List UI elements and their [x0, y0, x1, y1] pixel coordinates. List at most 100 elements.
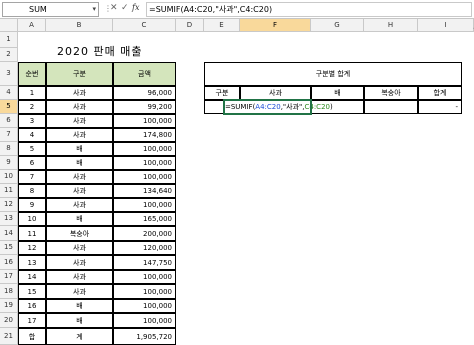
cell-amount[interactable]: 96,000: [113, 86, 176, 100]
cell-num[interactable]: 4: [18, 128, 46, 142]
formula-input[interactable]: =SUMIF(A4:C20,"사과",C4:C20): [146, 2, 472, 17]
cell-category[interactable]: 사과: [46, 170, 113, 184]
cell-category[interactable]: 배: [46, 156, 113, 170]
total-label-1[interactable]: 합: [18, 328, 46, 345]
cell-amount[interactable]: 100,000: [113, 313, 176, 328]
cell-category[interactable]: 사과: [46, 241, 113, 255]
column-header-d[interactable]: D: [176, 19, 204, 32]
cell-amount[interactable]: 100,000: [113, 114, 176, 128]
cell-category[interactable]: 사과: [46, 270, 113, 284]
summary-total-cell[interactable]: -: [418, 100, 462, 114]
cell-amount[interactable]: 100,000: [113, 156, 176, 170]
cell-category[interactable]: 사과: [46, 184, 113, 198]
column-header-c[interactable]: C: [113, 19, 176, 32]
cell-category[interactable]: 사과: [46, 284, 113, 299]
cell-category[interactable]: 사과: [46, 255, 113, 270]
column-header-f[interactable]: F: [240, 19, 311, 32]
cell-amount[interactable]: 100,000: [113, 170, 176, 184]
row-header-6[interactable]: 6: [0, 114, 18, 128]
row-header-19[interactable]: 19: [0, 299, 18, 313]
cell-amount[interactable]: 165,000: [113, 212, 176, 226]
row-header-13[interactable]: 13: [0, 212, 18, 226]
cell-num[interactable]: 13: [18, 255, 46, 270]
summary-peach-cell[interactable]: [364, 100, 418, 114]
summary-header[interactable]: 구분: [204, 86, 240, 100]
summary-header[interactable]: 사과: [240, 86, 311, 100]
row-header-20[interactable]: 20: [0, 313, 18, 328]
row-header-1[interactable]: 1: [0, 32, 18, 48]
row-header-12[interactable]: 12: [0, 198, 18, 212]
summary-header[interactable]: 복숭아: [364, 86, 418, 100]
row-header-4[interactable]: 4: [0, 86, 18, 100]
row-header-2[interactable]: 2: [0, 48, 18, 62]
cell-amount[interactable]: 100,000: [113, 142, 176, 156]
cell-num[interactable]: 9: [18, 198, 46, 212]
cell-amount[interactable]: 100,000: [113, 198, 176, 212]
cell-category[interactable]: 사과: [46, 128, 113, 142]
chevron-down-icon[interactable]: ▾: [92, 3, 96, 16]
cancel-icon[interactable]: ✕: [110, 3, 118, 13]
sheet-title[interactable]: 2020 판매 매출: [54, 42, 141, 62]
row-header-11[interactable]: 11: [0, 184, 18, 198]
column-header-h[interactable]: H: [364, 19, 418, 32]
column-header-i[interactable]: I: [418, 19, 474, 32]
row-header-21[interactable]: 21: [0, 328, 18, 345]
row-header-15[interactable]: 15: [0, 241, 18, 255]
header-category[interactable]: 구분: [46, 62, 113, 86]
cell-category[interactable]: 배: [46, 313, 113, 328]
active-edit-cell[interactable]: =SUMIF(A4:C20,"사과",C4:C20): [223, 99, 333, 115]
summary-header[interactable]: 배: [311, 86, 364, 100]
column-header-g[interactable]: G: [311, 19, 364, 32]
header-amount[interactable]: 금액: [113, 62, 176, 86]
cell-num[interactable]: 5: [18, 142, 46, 156]
column-header-a[interactable]: A: [18, 19, 46, 32]
row-header-10[interactable]: 10: [0, 170, 18, 184]
cell-num[interactable]: 7: [18, 170, 46, 184]
row-header-8[interactable]: 8: [0, 142, 18, 156]
cell-num[interactable]: 2: [18, 100, 46, 114]
cell-category[interactable]: 배: [46, 299, 113, 313]
header-num[interactable]: 순번: [18, 62, 46, 86]
cell-num[interactable]: 8: [18, 184, 46, 198]
cell-num[interactable]: 1: [18, 86, 46, 100]
cell-num[interactable]: 11: [18, 226, 46, 241]
total-label-2[interactable]: 계: [46, 328, 113, 345]
cell-num[interactable]: 12: [18, 241, 46, 255]
cell-num[interactable]: 16: [18, 299, 46, 313]
row-header-3[interactable]: 3: [0, 62, 18, 86]
cell-num[interactable]: 10: [18, 212, 46, 226]
row-header-7[interactable]: 7: [0, 128, 18, 142]
total-amount[interactable]: 1,905,720: [113, 328, 176, 345]
summary-title[interactable]: 구분별 합계: [204, 62, 462, 86]
row-header-5[interactable]: 5: [0, 100, 18, 114]
cell-amount[interactable]: 147,750: [113, 255, 176, 270]
cell-amount[interactable]: 200,000: [113, 226, 176, 241]
cell-amount[interactable]: 174,800: [113, 128, 176, 142]
cell-category[interactable]: 사과: [46, 100, 113, 114]
cell-num[interactable]: 14: [18, 270, 46, 284]
cell-category[interactable]: 복숭아: [46, 226, 113, 241]
cell-amount[interactable]: 134,640: [113, 184, 176, 198]
row-header-18[interactable]: 18: [0, 284, 18, 299]
insert-function-icon[interactable]: fx: [132, 3, 139, 12]
cell-category[interactable]: 사과: [46, 114, 113, 128]
cell-amount[interactable]: 100,000: [113, 284, 176, 299]
summary-header[interactable]: 합계: [418, 86, 462, 100]
column-header-e[interactable]: E: [204, 19, 240, 32]
cell-num[interactable]: 17: [18, 313, 46, 328]
row-header-14[interactable]: 14: [0, 226, 18, 241]
name-box[interactable]: SUM ▾: [2, 2, 99, 17]
cell-category[interactable]: 배: [46, 212, 113, 226]
cell-amount[interactable]: 100,000: [113, 299, 176, 313]
select-all-corner[interactable]: [0, 19, 18, 32]
row-header-9[interactable]: 9: [0, 156, 18, 170]
cell-num[interactable]: 3: [18, 114, 46, 128]
cell-amount[interactable]: 120,000: [113, 241, 176, 255]
cell-num[interactable]: 15: [18, 284, 46, 299]
enter-icon[interactable]: ✓: [121, 3, 129, 13]
cell-category[interactable]: 사과: [46, 198, 113, 212]
row-header-17[interactable]: 17: [0, 270, 18, 284]
cell-num[interactable]: 6: [18, 156, 46, 170]
cell-category[interactable]: 배: [46, 142, 113, 156]
column-header-b[interactable]: B: [46, 19, 113, 32]
